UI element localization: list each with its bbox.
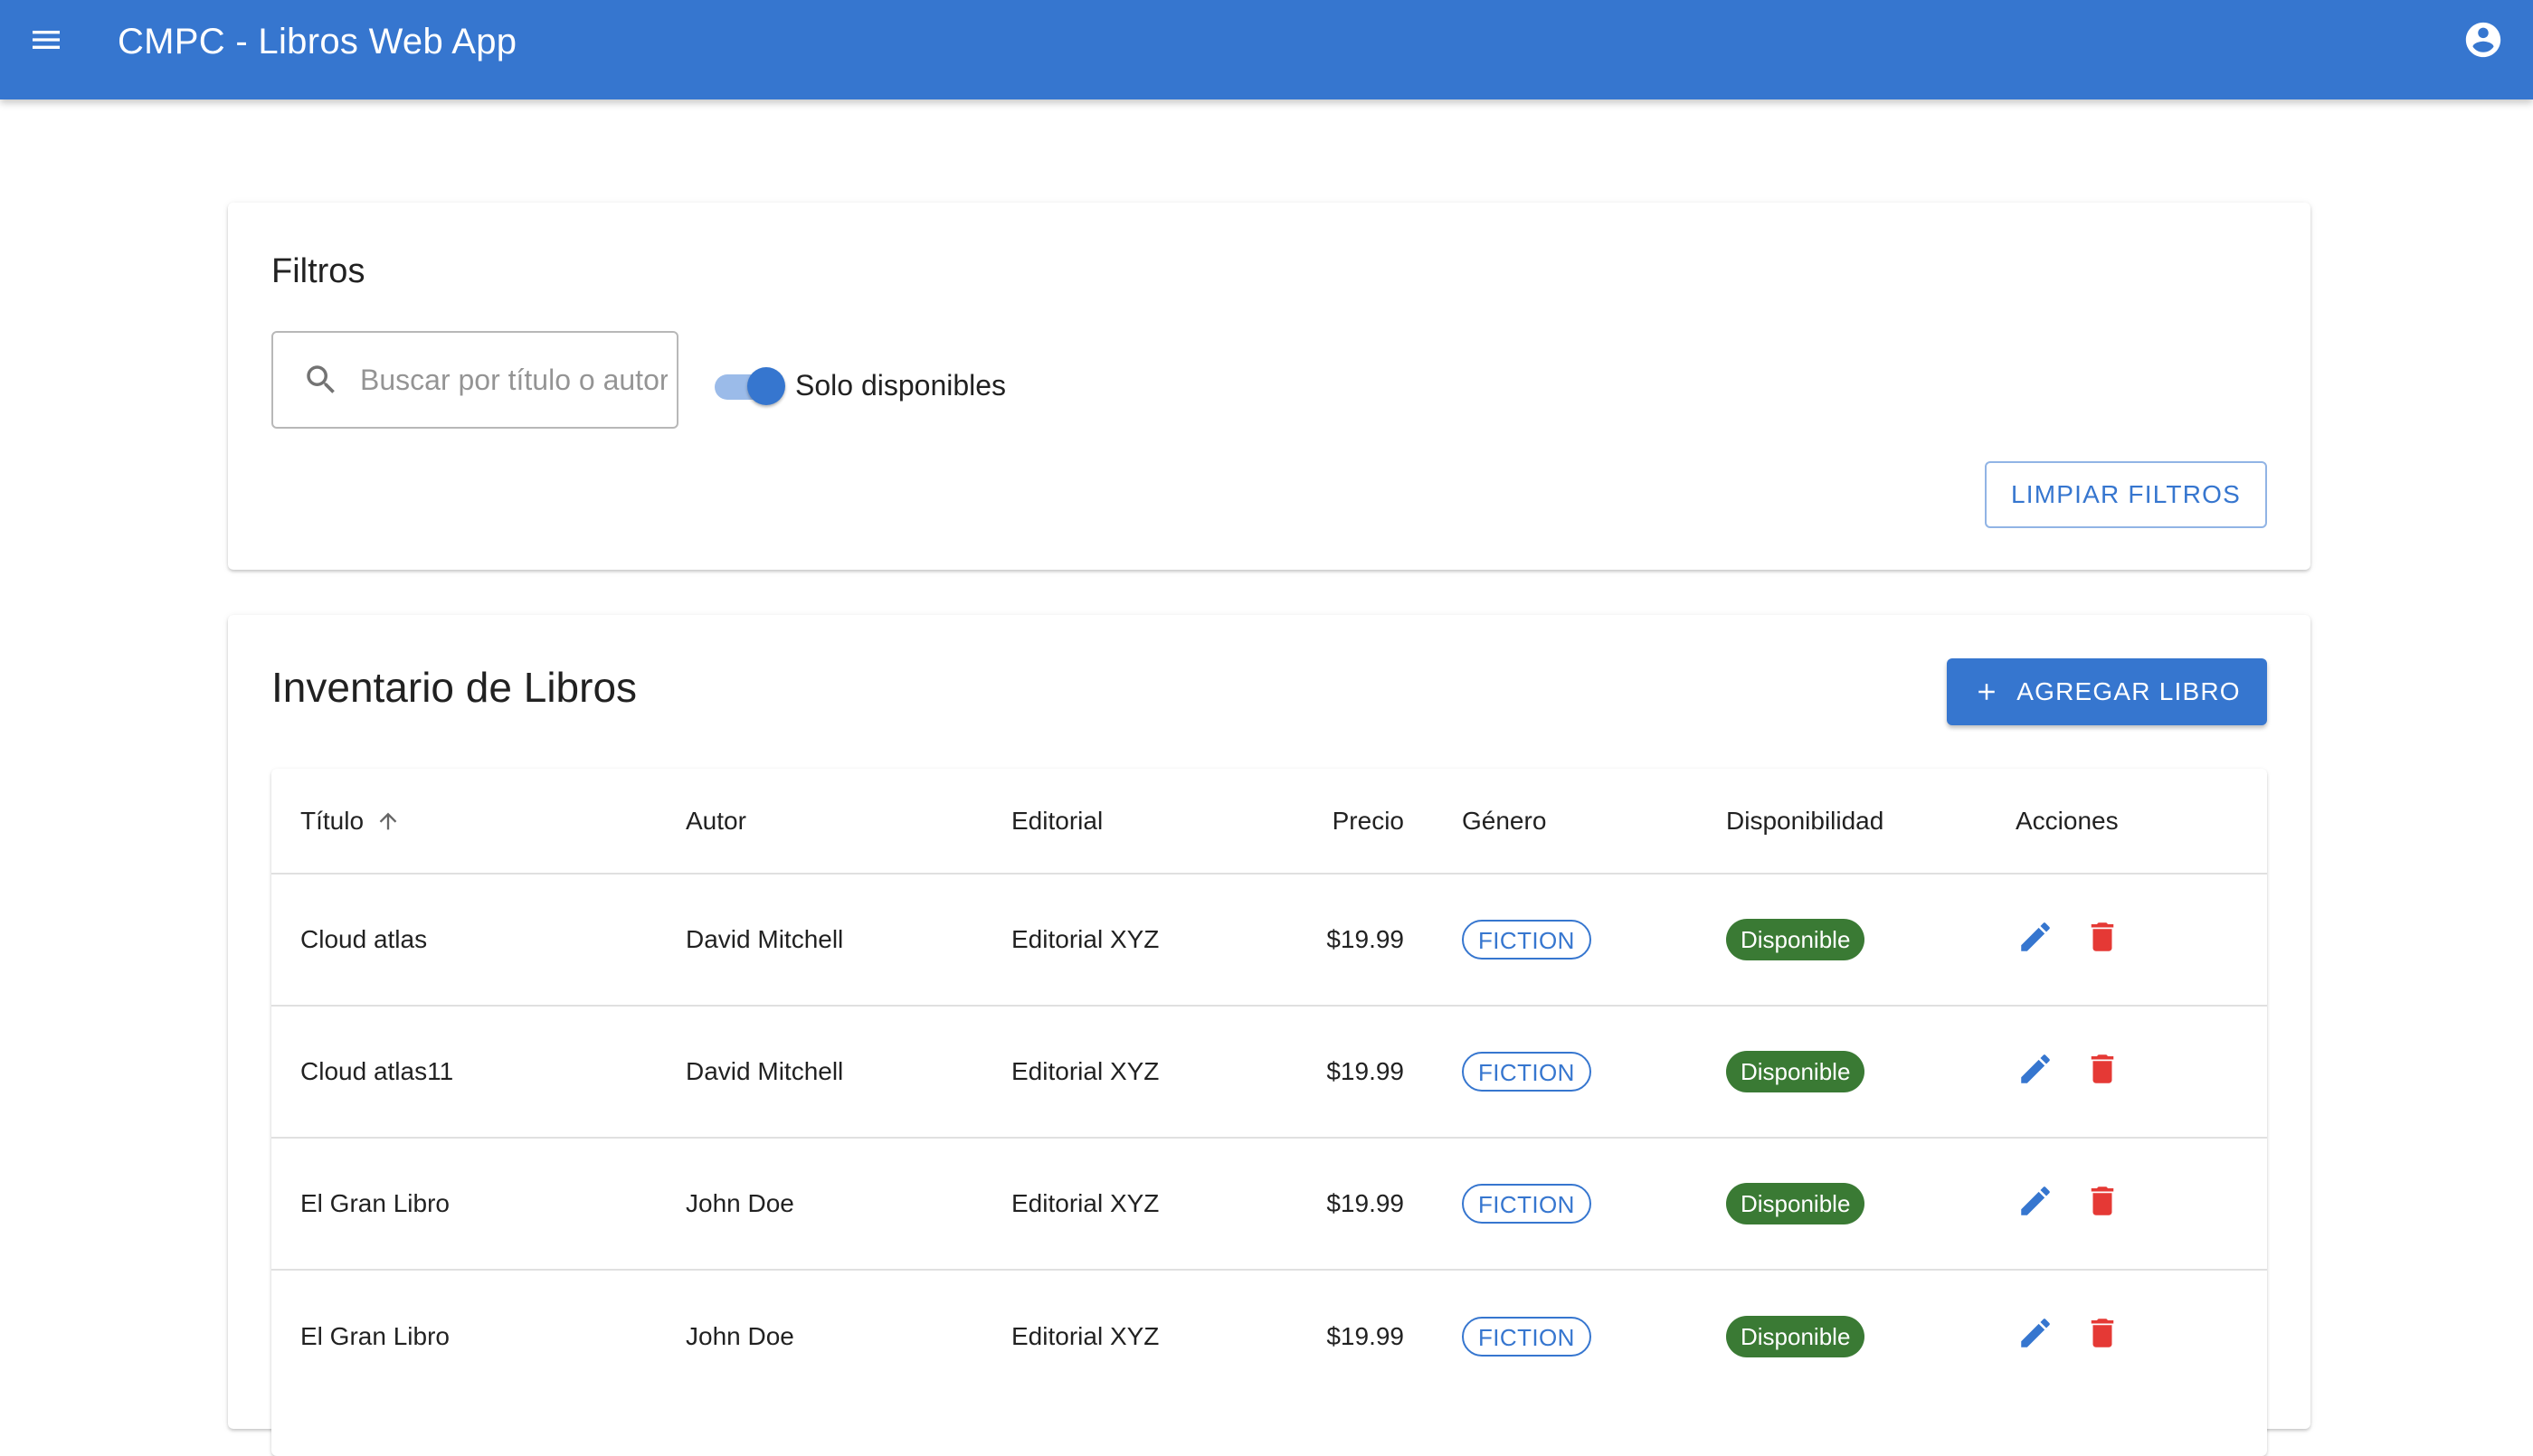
delete-button[interactable] xyxy=(2077,1311,2128,1362)
availability-badge: Disponible xyxy=(1726,1051,1865,1092)
cell-titulo: Cloud atlas11 xyxy=(300,1057,454,1085)
delete-button[interactable] xyxy=(2077,914,2128,965)
edit-button[interactable] xyxy=(2010,1178,2061,1229)
search-input[interactable] xyxy=(360,363,668,397)
genre-chip: FICTION xyxy=(1462,1316,1591,1357)
trash-icon xyxy=(2083,1182,2121,1226)
inventory-card: Inventario de Libros AGREGAR LIBRO Títul… xyxy=(228,615,2310,1456)
search-icon xyxy=(300,359,342,401)
cell-autor: John Doe xyxy=(686,1189,794,1217)
availability-badge: Disponible xyxy=(1726,919,1865,960)
table-row: Cloud atlas David Mitchell Editorial XYZ… xyxy=(271,874,2267,1006)
cell-editorial: Editorial XYZ xyxy=(1011,1057,1160,1085)
search-field[interactable] xyxy=(271,331,678,429)
genre-chip: FICTION xyxy=(1462,920,1591,960)
cell-editorial: Editorial XYZ xyxy=(1011,1321,1160,1350)
menu-button[interactable] xyxy=(22,17,71,66)
available-only-label[interactable]: Solo disponibles xyxy=(795,365,1006,405)
available-only-switch[interactable] xyxy=(713,347,785,423)
cell-autor: John Doe xyxy=(686,1321,794,1350)
cell-precio: $19.99 xyxy=(1326,1189,1404,1217)
column-header-autor[interactable]: Autor xyxy=(657,769,982,874)
cell-autor: David Mitchell xyxy=(686,1057,844,1085)
genre-chip: FICTION xyxy=(1462,1184,1591,1224)
pencil-icon xyxy=(2016,918,2054,962)
table-header-row: Título Autor Editorial Precio Género Dis… xyxy=(271,769,2267,874)
availability-badge: Disponible xyxy=(1726,1315,1865,1357)
arrow-up-icon[interactable] xyxy=(375,808,402,835)
account-button[interactable] xyxy=(2459,17,2508,66)
cell-editorial: Editorial XYZ xyxy=(1011,925,1160,953)
switch-thumb xyxy=(747,367,785,405)
column-header-titulo-label: Título xyxy=(300,806,365,835)
add-book-label: AGREGAR LIBRO xyxy=(2016,677,2241,705)
cell-autor: David Mitchell xyxy=(686,925,844,953)
inventory-title: Inventario de Libros xyxy=(271,664,638,711)
column-header-acciones: Acciones xyxy=(2016,806,2119,835)
availability-badge: Disponible xyxy=(1726,1183,1865,1224)
pencil-icon xyxy=(2016,1050,2054,1094)
clear-filters-button[interactable]: LIMPIAR FILTROS xyxy=(1985,461,2267,528)
account-circle-icon xyxy=(2462,19,2504,65)
filters-card: Filtros Solo disponibles LIMPIAR FILTROS xyxy=(228,203,2310,570)
column-header-precio[interactable]: Precio xyxy=(1236,769,1433,874)
menu-icon xyxy=(28,22,64,62)
table-row: Cloud atlas11 David Mitchell Editorial X… xyxy=(271,1006,2267,1138)
app-title: CMPC - Libros Web App xyxy=(118,22,517,61)
genre-chip: FICTION xyxy=(1462,1052,1591,1092)
trash-icon xyxy=(2083,1050,2121,1094)
delete-button[interactable] xyxy=(2077,1046,2128,1097)
column-header-disponibilidad[interactable]: Disponibilidad xyxy=(1697,769,1987,874)
column-header-editorial[interactable]: Editorial xyxy=(982,769,1236,874)
cell-editorial: Editorial XYZ xyxy=(1011,1189,1160,1217)
pencil-icon xyxy=(2016,1182,2054,1226)
cell-titulo: El Gran Libro xyxy=(300,1321,450,1350)
cell-titulo: Cloud atlas xyxy=(300,925,428,953)
edit-button[interactable] xyxy=(2010,1311,2061,1362)
column-header-titulo[interactable]: Título xyxy=(271,769,657,874)
table-row: El Gran Libro John Doe Editorial XYZ $19… xyxy=(271,1270,2267,1402)
books-table: Título Autor Editorial Precio Género Dis… xyxy=(271,769,2267,1456)
trash-icon xyxy=(2083,1314,2121,1358)
cell-titulo: El Gran Libro xyxy=(300,1189,450,1217)
edit-button[interactable] xyxy=(2010,1046,2061,1097)
pencil-icon xyxy=(2016,1314,2054,1358)
app-bar: CMPC - Libros Web App xyxy=(0,0,2533,99)
cell-precio: $19.99 xyxy=(1326,925,1404,953)
plus-icon xyxy=(1973,678,2000,705)
edit-button[interactable] xyxy=(2010,914,2061,965)
cell-precio: $19.99 xyxy=(1326,1321,1404,1350)
add-book-button[interactable]: AGREGAR LIBRO xyxy=(1947,658,2267,725)
table-row: El Gran Libro John Doe Editorial XYZ $19… xyxy=(271,1138,2267,1270)
delete-button[interactable] xyxy=(2077,1178,2128,1229)
trash-icon xyxy=(2083,918,2121,962)
column-header-genero[interactable]: Género xyxy=(1433,769,1697,874)
cell-precio: $19.99 xyxy=(1326,1057,1404,1085)
filters-title: Filtros xyxy=(271,252,365,290)
